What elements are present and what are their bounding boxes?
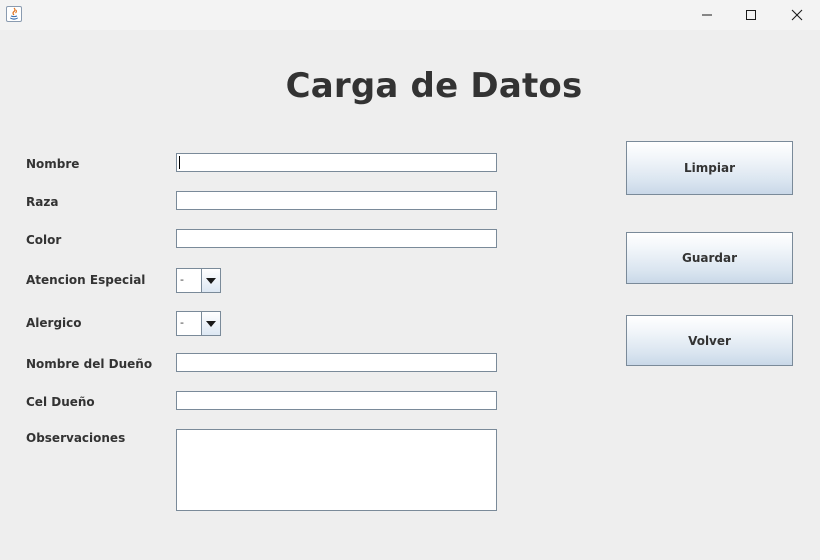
cel-dueno-input[interactable] — [176, 391, 497, 410]
app-window: Carga de Datos Nombre Raza Color Atencio… — [0, 0, 820, 560]
dropdown-arrow-button[interactable] — [201, 312, 220, 335]
nombre-label: Nombre — [26, 157, 80, 171]
atencion-especial-value: - — [180, 273, 184, 286]
raza-input[interactable] — [176, 191, 497, 210]
maximize-button[interactable] — [728, 0, 774, 30]
observaciones-textarea[interactable] — [176, 429, 497, 511]
close-button[interactable] — [774, 0, 820, 30]
volver-button[interactable]: Volver — [626, 315, 793, 366]
alergico-label: Alergico — [26, 316, 82, 330]
minimize-icon — [702, 14, 712, 16]
guardar-button[interactable]: Guardar — [626, 232, 793, 284]
limpiar-button[interactable]: Limpiar — [626, 141, 793, 195]
page-title: Carga de Datos — [285, 66, 583, 106]
nombre-dueno-label: Nombre del Dueño — [26, 357, 153, 371]
atencion-especial-select[interactable]: - — [176, 268, 221, 293]
close-icon — [791, 9, 803, 21]
nombre-dueno-input[interactable] — [176, 353, 497, 372]
java-icon — [6, 6, 22, 22]
color-label: Color — [26, 233, 62, 247]
alergico-value: - — [180, 316, 184, 329]
observaciones-label: Observaciones — [26, 431, 126, 445]
color-input[interactable] — [176, 229, 497, 248]
dropdown-arrow-button[interactable] — [201, 269, 220, 292]
atencion-especial-label: Atencion Especial — [26, 273, 146, 287]
chevron-down-icon — [206, 320, 216, 327]
raza-label: Raza — [26, 195, 59, 209]
cel-dueno-label: Cel Dueño — [26, 395, 95, 409]
chevron-down-icon — [206, 277, 216, 284]
text-caret — [179, 156, 180, 169]
minimize-button[interactable] — [684, 0, 730, 30]
nombre-input[interactable] — [176, 153, 497, 172]
alergico-select[interactable]: - — [176, 311, 221, 336]
maximize-icon — [746, 10, 756, 20]
title-bar[interactable] — [0, 0, 820, 30]
